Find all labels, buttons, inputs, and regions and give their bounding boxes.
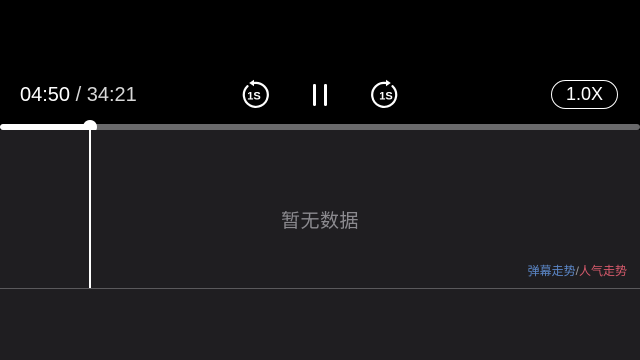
total-time: 34:21 — [86, 84, 137, 106]
time-display: 04:50 / 34:21 — [20, 83, 137, 107]
player-controls: 04:50 / 34:21 1S 1S 1.0X — [0, 0, 640, 128]
pause-icon — [313, 84, 327, 106]
empty-state-text: 暂无数据 — [280, 211, 359, 232]
forward-label: 1S — [379, 91, 392, 103]
legend-danmaku-trend[interactable]: 弹幕走势 — [528, 264, 576, 278]
forward-button[interactable]: 1S — [370, 79, 402, 111]
forward-1s-icon: 1S — [371, 79, 398, 108]
trend-legend: 弹幕走势/人气走势 — [528, 264, 627, 278]
pause-button[interactable] — [304, 79, 336, 111]
trend-chart-area: 暂无数据 弹幕走势/人气走势 — [0, 130, 640, 289]
rewind-label: 1S — [247, 91, 260, 103]
current-time: 04:50 — [20, 84, 71, 106]
playback-speed-button[interactable]: 1.0X — [551, 80, 618, 109]
trend-panel: 暂无数据 弹幕走势/人气走势 — [0, 130, 640, 360]
rewind-button[interactable]: 1S — [238, 79, 270, 111]
rewind-1s-icon: 1S — [242, 79, 269, 108]
chart-baseline — [0, 288, 640, 289]
legend-popularity-trend[interactable]: 人气走势 — [579, 264, 627, 278]
time-separator: / — [70, 84, 87, 106]
